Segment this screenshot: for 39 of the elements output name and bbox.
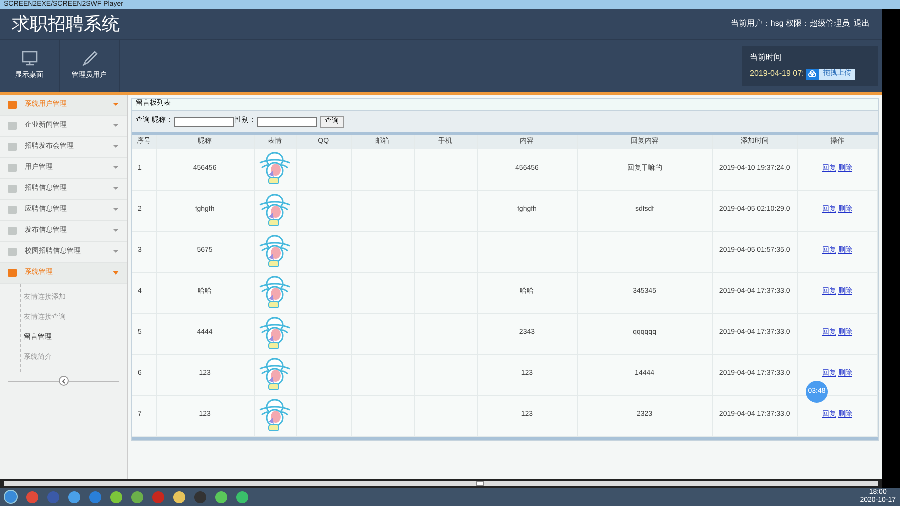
menu-item-icon [8, 101, 17, 109]
caret-icon [113, 187, 119, 191]
app-icon[interactable] [131, 490, 144, 504]
app-icon[interactable] [26, 490, 39, 504]
pencil-icon [80, 50, 98, 68]
logout-link[interactable]: 退出 [854, 18, 870, 30]
menu-item-icon [8, 269, 17, 277]
clock-time: 2019-04-19 07: [750, 68, 804, 80]
app-icon[interactable] [68, 490, 81, 504]
app-title: 求职招聘系统 [12, 12, 120, 36]
caret-icon [113, 250, 119, 254]
caret-icon [113, 229, 119, 233]
caret-icon [113, 208, 119, 212]
nickname-field[interactable] [174, 116, 234, 126]
app-icon[interactable] [110, 490, 123, 504]
chevron-left-icon [62, 378, 66, 384]
user-info: 当前用户：hsg 权限：超级管理员 [730, 18, 850, 30]
menu-item-icon [8, 227, 17, 235]
menu-item-icon [8, 248, 17, 256]
caret-icon [113, 166, 119, 170]
clock-label: 当前时间 [750, 52, 783, 64]
menu-item-icon [8, 185, 17, 193]
caret-icon [113, 103, 119, 107]
menu-item-icon [8, 122, 17, 130]
caret-icon [113, 271, 119, 275]
menu-item-icon [8, 206, 17, 214]
gender-field[interactable] [256, 116, 317, 126]
menu-item-icon [8, 143, 17, 151]
caret-icon [113, 145, 119, 149]
collapse-button[interactable] [58, 376, 68, 386]
app-icon[interactable] [215, 490, 228, 504]
cloud-icon [806, 68, 820, 80]
app-icon[interactable] [89, 490, 102, 504]
app-icon[interactable] [173, 490, 186, 504]
caret-icon [113, 124, 119, 128]
start-button[interactable] [4, 490, 18, 504]
app-icon[interactable] [236, 490, 249, 504]
monitor-icon [20, 50, 38, 68]
menu-item-icon [8, 164, 17, 172]
